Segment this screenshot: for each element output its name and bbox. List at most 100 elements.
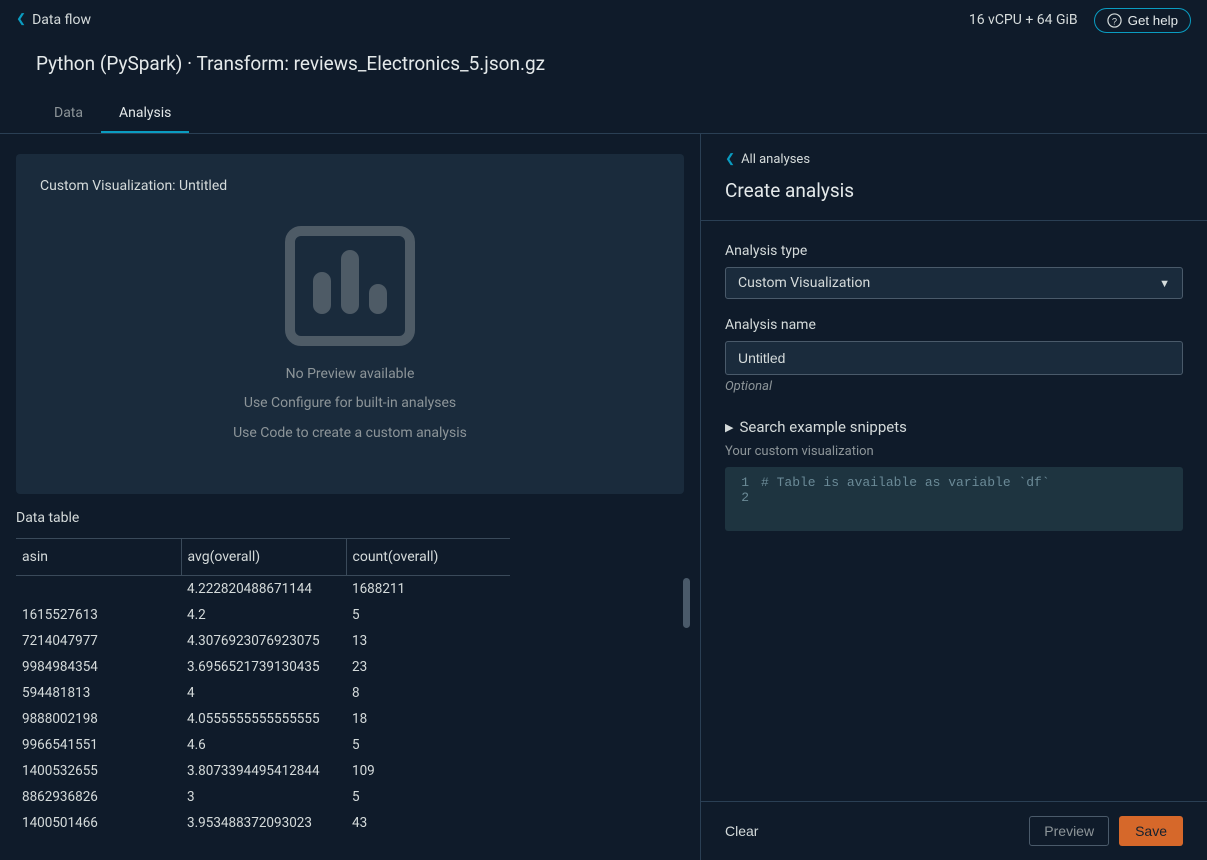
- table-cell: 5: [346, 732, 510, 758]
- footer-right: Preview Save: [1029, 816, 1183, 846]
- col-count: count(overall): [346, 539, 510, 576]
- table-cell: 43: [346, 810, 510, 836]
- visualization-card: Custom Visualization: Untitled No Previe…: [16, 154, 684, 494]
- search-snippets-toggle[interactable]: ▶ Search example snippets: [725, 418, 1183, 436]
- table-row: 14005014663.95348837209302343: [16, 810, 510, 836]
- analysis-type-label: Analysis type: [725, 243, 1183, 259]
- bar-icon: [313, 272, 331, 314]
- table-cell: 4: [181, 680, 346, 706]
- top-right: 16 vCPU + 64 GiB ? Get help: [969, 8, 1191, 33]
- table-cell: 8: [346, 680, 510, 706]
- table-cell: 9966541551: [16, 732, 181, 758]
- table-cell: 594481813: [16, 680, 181, 706]
- table-cell: 3.6956521739130435: [181, 654, 346, 680]
- tab-analysis[interactable]: Analysis: [101, 95, 189, 133]
- table-cell: 1400501466: [16, 810, 181, 836]
- table-row: 14005326553.8073394495412844109: [16, 758, 510, 784]
- table-row: 99849843543.695652173913043523: [16, 654, 510, 680]
- svg-text:?: ?: [1112, 16, 1117, 26]
- no-preview-text: No Preview available: [286, 362, 415, 387]
- table-cell: 9984984354: [16, 654, 181, 680]
- table-row: 59448181348: [16, 680, 510, 706]
- table-cell: 109: [346, 758, 510, 784]
- table-cell: 4.222820488671144: [181, 576, 346, 603]
- viz-title: Custom Visualization: Untitled: [40, 178, 660, 194]
- code-editor[interactable]: 1 # Table is available as variable `df` …: [725, 467, 1183, 531]
- help-icon: ?: [1107, 13, 1122, 28]
- chart-placeholder-icon: [285, 226, 415, 346]
- back-label: Data flow: [32, 12, 91, 28]
- preview-button[interactable]: Preview: [1029, 816, 1109, 846]
- table-cell: 9888002198: [16, 706, 181, 732]
- tab-data[interactable]: Data: [36, 95, 101, 133]
- viz-hint-1: Use Configure for built-in analyses: [244, 391, 456, 416]
- chevron-down-icon: ▼: [1159, 277, 1170, 290]
- right-panel: ❯ All analyses Create analysis Analysis …: [700, 134, 1207, 860]
- code-line: 1 # Table is available as variable `df`: [725, 475, 1183, 490]
- table-cell: 23: [346, 654, 510, 680]
- data-table: asin avg(overall) count(overall) 4.22282…: [16, 538, 510, 836]
- all-analyses-label: All analyses: [741, 152, 810, 167]
- table-cell: 4.2: [181, 602, 346, 628]
- page-title: Python (PySpark) · Transform: reviews_El…: [0, 40, 1207, 83]
- code-content: # Table is available as variable `df`: [761, 475, 1050, 490]
- analysis-type-select[interactable]: Custom Visualization ▼: [725, 267, 1183, 299]
- help-label: Get help: [1128, 13, 1178, 28]
- right-panel-footer: Clear Preview Save: [701, 801, 1207, 860]
- clear-button[interactable]: Clear: [725, 823, 758, 839]
- back-link[interactable]: ❯ Data flow: [16, 12, 91, 28]
- table-row: 4.2228204886711441688211: [16, 576, 510, 603]
- search-snippets-label: Search example snippets: [739, 418, 906, 436]
- table-cell: 1688211: [346, 576, 510, 603]
- triangle-right-icon: ▶: [725, 421, 733, 434]
- table-cell: 3.8073394495412844: [181, 758, 346, 784]
- data-table-section: Data table asin avg(overall) count(overa…: [16, 510, 684, 836]
- save-button[interactable]: Save: [1119, 816, 1183, 846]
- right-panel-header: ❯ All analyses Create analysis: [701, 134, 1207, 220]
- optional-text: Optional: [725, 379, 1183, 394]
- bar-icon: [369, 284, 387, 314]
- table-header-row: asin avg(overall) count(overall): [16, 539, 510, 576]
- table-cell: 4.6: [181, 732, 346, 758]
- table-row: 72140479774.307692307692307513: [16, 628, 510, 654]
- select-value: Custom Visualization: [738, 275, 870, 291]
- table-cell: [16, 576, 181, 603]
- chevron-left-icon: ❯: [725, 153, 735, 167]
- table-row: 886293682635: [16, 784, 510, 810]
- top-bar: ❯ Data flow 16 vCPU + 64 GiB ? Get help: [0, 0, 1207, 40]
- table-cell: 18: [346, 706, 510, 732]
- data-table-label: Data table: [16, 510, 684, 526]
- col-asin: asin: [16, 539, 181, 576]
- table-cell: 13: [346, 628, 510, 654]
- custom-viz-label: Your custom visualization: [725, 444, 1183, 459]
- table-cell: 7214047977: [16, 628, 181, 654]
- code-line: 2: [725, 490, 1183, 505]
- table-cell: 5: [346, 784, 510, 810]
- create-analysis-title: Create analysis: [725, 179, 1183, 202]
- line-number: 2: [725, 490, 761, 505]
- table-cell: 3.953488372093023: [181, 810, 346, 836]
- tabs: Data Analysis: [0, 95, 1207, 134]
- chevron-left-icon: ❯: [16, 13, 26, 27]
- data-table-wrapper: asin avg(overall) count(overall) 4.22282…: [16, 538, 510, 836]
- table-cell: 4.0555555555555555: [181, 706, 346, 732]
- viz-hint-2: Use Code to create a custom analysis: [233, 421, 467, 446]
- left-panel: Custom Visualization: Untitled No Previe…: [0, 134, 700, 860]
- table-row: 16155276134.25: [16, 602, 510, 628]
- bar-icon: [341, 250, 359, 314]
- table-row: 99665415514.65: [16, 732, 510, 758]
- table-row: 98880021984.055555555555555518: [16, 706, 510, 732]
- main: Custom Visualization: Untitled No Previe…: [0, 134, 1207, 860]
- analysis-name-label: Analysis name: [725, 317, 1183, 333]
- analysis-name-input[interactable]: [725, 341, 1183, 375]
- viz-placeholder: No Preview available Use Configure for b…: [40, 202, 660, 470]
- right-panel-body: Analysis type Custom Visualization ▼ Ana…: [701, 220, 1207, 801]
- table-cell: 8862936826: [16, 784, 181, 810]
- table-cell: 3: [181, 784, 346, 810]
- get-help-button[interactable]: ? Get help: [1094, 8, 1191, 33]
- col-avg: avg(overall): [181, 539, 346, 576]
- scrollbar[interactable]: [683, 578, 690, 628]
- all-analyses-link[interactable]: ❯ All analyses: [725, 152, 1183, 167]
- table-cell: 5: [346, 602, 510, 628]
- line-number: 1: [725, 475, 761, 490]
